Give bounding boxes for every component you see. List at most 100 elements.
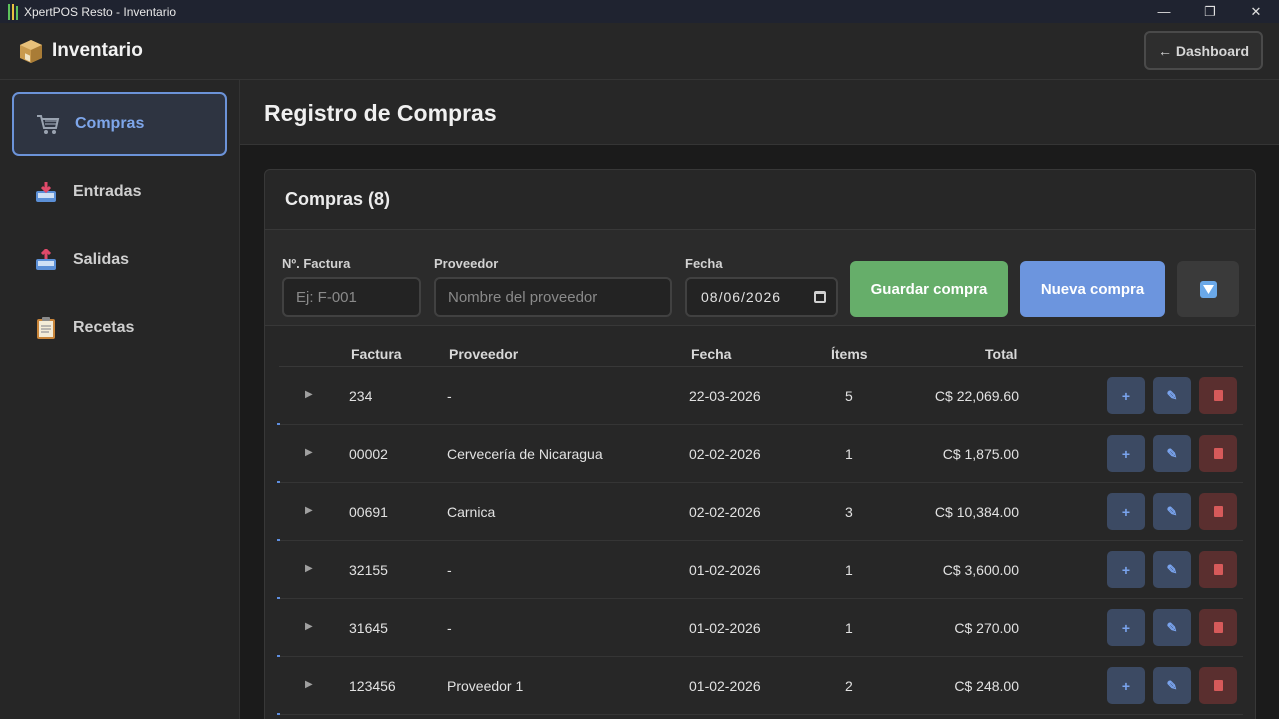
date-cell: 01-02-2026	[689, 562, 761, 578]
purchase-form: Nº. Factura Ej: F-001 Proveedor Nombre d…	[265, 230, 1255, 326]
chevron-down-icon	[1199, 280, 1217, 298]
items-cell: 1	[845, 620, 853, 636]
page-title: Registro de Compras	[264, 100, 497, 126]
collapse-form-button[interactable]	[1177, 261, 1239, 317]
invoice-cell: 00691	[349, 504, 388, 520]
add-item-button[interactable]: +	[1107, 493, 1145, 530]
items-cell: 1	[845, 446, 853, 462]
minimize-icon: —	[1157, 4, 1171, 19]
sidebar-item-compras[interactable]: Compras	[12, 92, 227, 156]
minimize-button[interactable]: —	[1141, 0, 1187, 23]
pencil-icon: ✎	[1166, 387, 1178, 403]
expand-row-icon[interactable]: ▶	[305, 563, 313, 574]
supplier-cell: Carnica	[447, 504, 496, 520]
items-cell: 3	[845, 504, 853, 520]
pencil-icon: ✎	[1166, 445, 1178, 461]
delete-purchase-button[interactable]	[1199, 667, 1237, 704]
date-label: Fecha	[685, 256, 723, 271]
add-item-button[interactable]: +	[1107, 551, 1145, 588]
expand-row-icon[interactable]: ▶	[305, 447, 313, 458]
invoice-cell: 32155	[349, 562, 388, 578]
table-header: Factura Proveedor Fecha Ítems Total	[279, 339, 1243, 367]
column-header: Proveedor	[449, 346, 519, 362]
table-row[interactable]: ▶ 32155 - 01-02-2026 1 C$ 3,600.00 + ✎	[277, 541, 1243, 599]
row-accent	[277, 713, 280, 715]
box-icon	[18, 38, 44, 64]
invoice-cell: 00002	[349, 446, 388, 462]
supplier-cell: Cervecería de Nicaragua	[447, 446, 603, 462]
date-cell: 22-03-2026	[689, 388, 761, 404]
invoice-cell: 234	[349, 388, 373, 404]
date-input[interactable]: 08/06/2026	[685, 277, 838, 317]
delete-purchase-button[interactable]	[1199, 493, 1237, 530]
edit-purchase-button[interactable]: ✎	[1153, 377, 1191, 414]
table-row[interactable]: ▶ 00002 Cervecería de Nicaragua 02-02-20…	[277, 425, 1243, 483]
edit-purchase-button[interactable]: ✎	[1153, 435, 1191, 472]
add-item-button[interactable]: +	[1107, 667, 1145, 704]
items-cell: 1	[845, 562, 853, 578]
delete-purchase-button[interactable]	[1199, 435, 1237, 472]
delete-purchase-button[interactable]	[1199, 609, 1237, 646]
supplier-cell: -	[447, 388, 452, 404]
sidebar-item-salidas[interactable]: Salidas	[12, 228, 227, 292]
add-item-button[interactable]: +	[1107, 609, 1145, 646]
total-cell: C$ 3,600.00	[942, 562, 1019, 578]
invoice-cell: 31645	[349, 620, 388, 636]
pencil-icon: ✎	[1166, 503, 1178, 519]
sidebar-item-entradas[interactable]: Entradas	[12, 160, 227, 224]
trash-icon	[1213, 448, 1223, 459]
dashboard-button[interactable]: ← Dashboard	[1144, 31, 1263, 70]
edit-purchase-button[interactable]: ✎	[1153, 493, 1191, 530]
column-header: Fecha	[691, 346, 732, 362]
inbox-out-icon	[33, 247, 59, 273]
expand-row-icon[interactable]: ▶	[305, 389, 313, 400]
table-row[interactable]: ▶ 31645 - 01-02-2026 1 C$ 270.00 + ✎	[277, 599, 1243, 657]
app-heading: Inventario	[52, 40, 143, 61]
invoice-input[interactable]: Ej: F-001	[282, 277, 421, 317]
calendar-icon[interactable]	[814, 291, 826, 303]
invoice-cell: 123456	[349, 678, 396, 694]
save-purchase-button[interactable]: Guardar compra	[850, 261, 1008, 317]
table-row[interactable]: ▶ 123456 Proveedor 1 01-02-2026 2 C$ 248…	[277, 657, 1243, 715]
page-title-bar: Registro de Compras	[240, 80, 1279, 145]
column-header: Factura	[351, 346, 402, 362]
table-row[interactable]: ▶ 234 - 22-03-2026 5 C$ 22,069.60 + ✎	[277, 367, 1243, 425]
delete-purchase-button[interactable]	[1199, 551, 1237, 588]
sidebar-item-label: Compras	[75, 115, 145, 132]
delete-purchase-button[interactable]	[1199, 377, 1237, 414]
trash-icon	[1213, 506, 1223, 517]
purchases-card: Compras (8) Nº. Factura Ej: F-001 Provee…	[264, 169, 1256, 719]
plus-icon: +	[1121, 387, 1131, 404]
card-header: Compras (8)	[265, 170, 1255, 230]
app-header: Inventario ← Dashboard	[0, 23, 1279, 80]
window-titlebar: XpertPOS Resto - Inventario — ❐ ✕	[0, 0, 1279, 23]
plus-icon: +	[1121, 503, 1131, 520]
clipboard-icon	[33, 315, 59, 341]
new-purchase-button[interactable]: Nueva compra	[1020, 261, 1165, 317]
edit-purchase-button[interactable]: ✎	[1153, 551, 1191, 588]
trash-icon	[1213, 564, 1223, 575]
add-item-button[interactable]: +	[1107, 377, 1145, 414]
total-cell: C$ 270.00	[954, 620, 1019, 636]
supplier-cell: -	[447, 620, 452, 636]
items-cell: 2	[845, 678, 853, 694]
table-row[interactable]: ▶ 00691 Carnica 02-02-2026 3 C$ 10,384.0…	[277, 483, 1243, 541]
supplier-input[interactable]: Nombre del proveedor	[434, 277, 672, 317]
expand-row-icon[interactable]: ▶	[305, 621, 313, 632]
expand-row-icon[interactable]: ▶	[305, 505, 313, 516]
supplier-label: Proveedor	[434, 256, 499, 271]
supplier-cell: Proveedor 1	[447, 678, 524, 694]
add-item-button[interactable]: +	[1107, 435, 1145, 472]
restore-button[interactable]: ❐	[1187, 0, 1233, 23]
edit-purchase-button[interactable]: ✎	[1153, 667, 1191, 704]
total-cell: C$ 10,384.00	[934, 504, 1019, 520]
close-window-button[interactable]: ✕	[1233, 0, 1279, 23]
restore-icon: ❐	[1204, 3, 1216, 19]
plus-icon: +	[1121, 677, 1131, 694]
items-cell: 5	[845, 388, 853, 404]
expand-row-icon[interactable]: ▶	[305, 679, 313, 690]
sidebar-item-recetas[interactable]: Recetas	[12, 296, 227, 360]
edit-purchase-button[interactable]: ✎	[1153, 609, 1191, 646]
column-header: Total	[985, 346, 1018, 362]
window-title: XpertPOS Resto - Inventario	[24, 4, 177, 19]
